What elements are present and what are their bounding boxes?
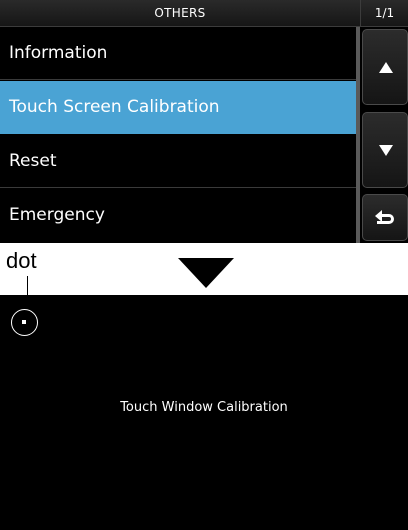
- up-triangle-icon: [379, 62, 393, 73]
- menu-item-label: Emergency: [9, 205, 105, 225]
- calibration-message: Touch Window Calibration: [120, 400, 288, 415]
- menu-item-label: Reset: [9, 151, 57, 171]
- menu-item-reset[interactable]: Reset: [0, 135, 356, 188]
- menu-item-touch-screen-calibration[interactable]: Touch Screen Calibration: [0, 81, 356, 134]
- back-button[interactable]: [362, 194, 408, 241]
- return-arrow-icon: [375, 210, 394, 224]
- header-bar: OTHERS 1/1: [0, 0, 408, 27]
- scroll-up-button[interactable]: [362, 29, 408, 105]
- page-indicator: 1/1: [360, 0, 408, 26]
- scrollbar[interactable]: [356, 27, 360, 243]
- calibration-target[interactable]: [11, 309, 38, 336]
- menu-list: Information Touch Screen Calibration Res…: [0, 27, 356, 243]
- menu-item-label: Information: [9, 43, 108, 63]
- others-menu-screen: OTHERS 1/1 Information Touch Screen Cali…: [0, 0, 408, 243]
- calibration-screen[interactable]: Touch Window Calibration: [0, 295, 408, 530]
- callout-label: dot: [6, 248, 37, 273]
- menu-item-emergency[interactable]: Emergency: [0, 189, 356, 243]
- down-triangle-icon: [379, 145, 393, 156]
- menu-title: OTHERS: [154, 6, 206, 20]
- menu-item-label: Touch Screen Calibration: [9, 97, 220, 117]
- scroll-down-button[interactable]: [362, 112, 408, 188]
- menu-item-information[interactable]: Information: [0, 27, 356, 80]
- down-arrow-icon: [178, 258, 234, 288]
- calibration-dot[interactable]: [22, 320, 26, 324]
